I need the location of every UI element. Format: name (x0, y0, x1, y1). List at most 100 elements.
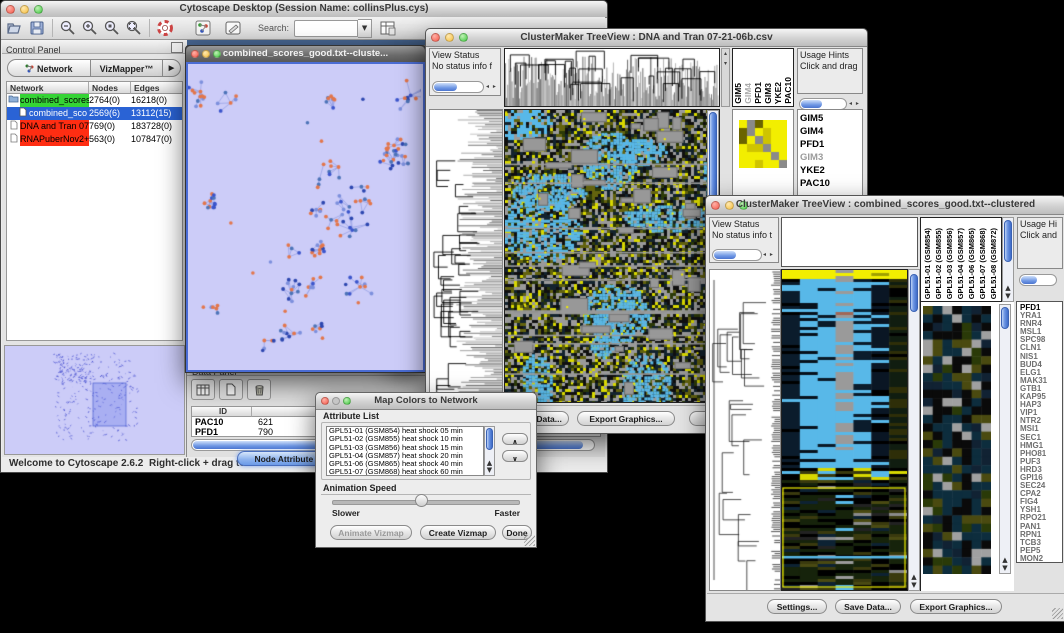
gene-label[interactable]: YKE2 (800, 164, 862, 177)
column-label[interactable]: GPL51-04 (GSM857) (956, 228, 967, 299)
gene-label[interactable]: GIM4 (800, 125, 862, 138)
scroll-down-icon[interactable]: ▼ (1000, 565, 1010, 572)
main-titlebar[interactable]: Cytoscape Desktop (Session Name: collins… (1, 1, 607, 18)
dialog-titlebar[interactable]: Map Colors to Network (316, 393, 536, 410)
gene-label[interactable]: PFD1 (800, 138, 862, 151)
gene-label[interactable]: MON2 (1020, 555, 1062, 563)
column-label[interactable]: PFD1 (753, 82, 763, 104)
column-label[interactable]: YKE2 (773, 82, 783, 104)
minimize-icon[interactable] (20, 5, 29, 14)
network-row[interactable]: combined_scores 2764(0) 16218(0) (7, 94, 182, 107)
scroll-arrows[interactable]: ◂ ▸ (763, 249, 774, 261)
resize-grip[interactable] (1052, 608, 1063, 619)
scroll-down-icon[interactable]: ▼ (1003, 293, 1013, 300)
column-label[interactable]: GIM3 (763, 83, 773, 104)
vscroll-thumb[interactable] (1004, 220, 1012, 262)
gene-label[interactable]: GIM3 (800, 151, 862, 164)
attribute-select-icon[interactable] (191, 379, 215, 400)
tv1-column-dendrogram[interactable] (504, 48, 720, 107)
close-icon[interactable] (711, 201, 720, 210)
column-label[interactable]: GIM5 (733, 83, 743, 104)
scroll-down-icon[interactable]: ▼ (485, 467, 494, 474)
scroll-up-icon[interactable]: ▲ (909, 574, 919, 581)
tv2-zoom-vscrollbar[interactable]: ▲ ▼ (999, 304, 1011, 574)
tv1-mini-heatmap[interactable] (739, 120, 787, 168)
export-graphics-button[interactable]: Export Graphics... (910, 599, 1002, 614)
gene-label[interactable]: GIM5 (800, 112, 862, 125)
tv2-usage-scrollbar[interactable] (1019, 274, 1057, 286)
zoom-window-icon[interactable] (213, 50, 221, 58)
treeview2-titlebar[interactable]: ClusterMaker TreeView : combined_scores_… (706, 196, 1064, 215)
tv1-coltree-strip[interactable]: ▴▾ (721, 48, 730, 107)
zoom-selected-icon[interactable] (102, 19, 122, 37)
column-label[interactable]: GPL51-03 (GSM856) (945, 228, 956, 299)
animate-vizmap-button[interactable]: Animate Vizmap (330, 525, 412, 540)
save-data-button[interactable]: Save Data... (835, 599, 901, 614)
zoom-window-icon[interactable] (459, 33, 468, 42)
scroll-up-icon[interactable]: ▲ (1003, 285, 1013, 292)
close-icon[interactable] (431, 33, 440, 42)
close-icon[interactable] (6, 5, 15, 14)
col-nodes[interactable]: Nodes (89, 82, 131, 94)
zoom-window-icon[interactable] (739, 201, 748, 210)
scroll-down-icon[interactable]: ▼ (909, 582, 919, 589)
move-down-button[interactable]: ∨ (502, 450, 528, 462)
network1-titlebar[interactable]: combined_scores_good.txt--cluste... (186, 46, 425, 63)
tv2-heatmap[interactable] (781, 269, 908, 591)
create-vizmap-button[interactable]: Create Vizmap (420, 525, 496, 540)
network-row[interactable]: RNAPuberNov2+ 563(0) 107847(0) (7, 133, 182, 146)
open-file-icon[interactable] (5, 19, 25, 37)
network-canvas-1[interactable] (188, 64, 421, 368)
tv1-status-scrollbar[interactable] (432, 81, 484, 93)
minimize-icon[interactable] (202, 50, 210, 58)
tv2-status-scrollbar[interactable] (712, 249, 762, 261)
zoom-window-icon[interactable] (343, 397, 351, 405)
zoom-fit-icon[interactable] (124, 19, 144, 37)
tv2-column-dendrogram[interactable] (781, 217, 918, 267)
speed-slider-thumb[interactable] (415, 494, 428, 507)
vscroll-thumb[interactable] (910, 274, 918, 312)
search-input[interactable] (294, 20, 358, 37)
tab-vizmapper[interactable]: VizMapper™ (91, 59, 163, 77)
col-network[interactable]: Network (7, 82, 89, 94)
column-label[interactable]: GPL51-07 (GSM868) (978, 228, 989, 299)
col-id[interactable]: ID (192, 407, 252, 417)
birdseye-view[interactable] (4, 345, 185, 455)
zoom-in-icon[interactable] (80, 19, 100, 37)
new-attribute-icon[interactable] (219, 379, 243, 400)
tv2-row-dendrogram[interactable] (709, 269, 781, 591)
network-row[interactable]: DNA and Tran 07 769(0) 183728(0) (7, 120, 182, 133)
tv2-heat-vscrollbar[interactable]: ▲ ▼ (908, 269, 920, 591)
save-icon[interactable] (27, 19, 47, 37)
resize-grip[interactable] (524, 535, 535, 546)
col-edges[interactable]: Edges (131, 82, 182, 94)
minimize-icon[interactable] (445, 33, 454, 42)
column-label[interactable]: GPL51-06 (GSM865) (967, 228, 978, 299)
attribute-table-icon[interactable] (378, 19, 398, 37)
gene-label[interactable]: PAC10 (800, 177, 862, 190)
column-label[interactable]: PAC10 (783, 77, 793, 104)
minimize-icon[interactable] (725, 201, 734, 210)
move-up-button[interactable]: ∧ (502, 433, 528, 445)
zoom-window-icon[interactable] (34, 5, 43, 14)
list-item[interactable]: GPL51-07 (GSM868) heat shock 60 min (327, 468, 483, 476)
tab-more-arrow[interactable]: ▶ (163, 59, 181, 77)
vscroll-thumb[interactable] (486, 428, 493, 450)
zoom-out-icon[interactable] (58, 19, 78, 37)
attribute-list-vscrollbar[interactable]: ▲ ▼ (484, 426, 495, 476)
column-label[interactable]: GPL51-02 (GSM855) (934, 228, 945, 299)
vscroll-thumb[interactable] (1001, 307, 1009, 329)
minimize-icon[interactable] (332, 397, 340, 405)
column-label[interactable]: GPL51-08 (GSM872) (989, 228, 1000, 299)
export-graphics-button[interactable]: Export Graphics... (577, 411, 675, 426)
scroll-arrows[interactable]: ◂ ▸ (486, 81, 497, 93)
tv2-labels-vscrollbar[interactable]: ▲ ▼ (1002, 217, 1014, 302)
tab-network[interactable]: Network (7, 59, 91, 77)
settings-button[interactable]: Settings... (767, 599, 827, 614)
network-row-selected[interactable]: combined_sco 2569(6) 13112(15) (7, 107, 182, 120)
float-panel-icon[interactable] (171, 42, 183, 53)
column-label[interactable]: GPL51-01 (GSM854) (923, 228, 934, 299)
scroll-up-icon[interactable]: ▲ (1000, 557, 1010, 564)
network-overview-icon[interactable] (193, 19, 213, 37)
help-lifering-icon[interactable] (155, 19, 175, 37)
